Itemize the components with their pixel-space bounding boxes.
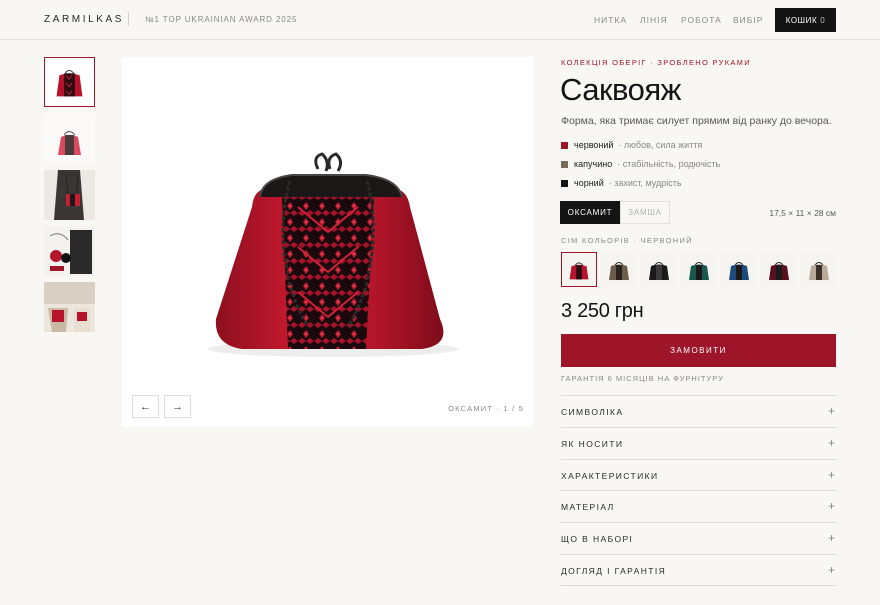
gallery-thumbnail[interactable] xyxy=(44,170,95,220)
accordion-kharakterystyky[interactable]: ХАРАКТЕРИСТИКИ + xyxy=(561,459,836,491)
color-swatch-green[interactable] xyxy=(681,252,717,287)
color-square-icon xyxy=(561,179,568,187)
guarantee-note: ГАРАНТІЯ 6 МІСЯЦІВ НА ФУРНІТУРУ xyxy=(561,374,724,383)
symbol-item: капучино · стабільність, родючість xyxy=(561,159,720,169)
order-button[interactable]: ЗАМОВИТИ xyxy=(561,334,836,367)
top-bar: ZARMILKAS №1 TOP UKRAINIAN AWARD 2025 НИ… xyxy=(0,0,880,40)
nav-item-liniia[interactable]: ЛІНІЯ xyxy=(640,15,668,25)
colors-label: СІМ КОЛЬОРІВ · ЧЕРВОНИЙ xyxy=(561,236,693,245)
color-swatch-beige[interactable] xyxy=(801,252,837,287)
accordion-symbolika[interactable]: СИМВОЛІКА + xyxy=(561,395,836,427)
brand-logo[interactable]: ZARMILKAS xyxy=(44,14,124,25)
color-swatch-burgundy[interactable] xyxy=(761,252,797,287)
award-text: №1 TOP UKRAINIAN AWARD 2025 xyxy=(145,15,298,24)
accordion-shcho-v-nabori[interactable]: ЩО В НАБОРІ + xyxy=(561,522,836,554)
symbol-item: червоний · любов, сила життя xyxy=(561,140,702,150)
color-swatch-cappuccino[interactable] xyxy=(601,252,637,287)
color-square-icon xyxy=(561,141,568,149)
accordion-dohliad[interactable]: ДОГЛЯД І ГАРАНТІЯ + xyxy=(561,554,836,586)
cart-count: 0 xyxy=(820,15,826,25)
cart-button[interactable]: КОШИК 0 xyxy=(775,8,836,32)
color-swatch-black[interactable] xyxy=(641,252,677,287)
color-swatch-red[interactable] xyxy=(561,252,597,287)
color-swatch-blue[interactable] xyxy=(721,252,757,287)
symbol-name: капучино xyxy=(574,159,613,169)
accordion-label: МАТЕРІАЛ xyxy=(561,502,615,512)
material-option-zamsha[interactable]: ЗАМША xyxy=(620,201,670,224)
prev-image-button[interactable]: ← xyxy=(132,395,159,418)
accordion-label: ЩО В НАБОРІ xyxy=(561,534,634,544)
image-caption: ОКСАМИТ · 1 / 5 xyxy=(448,404,524,413)
gallery-thumbnail[interactable] xyxy=(44,57,95,107)
symbol-item: чорний · захист, мудрість xyxy=(561,178,682,188)
arrow-left-icon: ← xyxy=(140,400,151,413)
bag-illustration xyxy=(208,152,458,357)
color-square-icon xyxy=(561,160,568,168)
plus-icon: + xyxy=(827,531,835,545)
plus-icon: + xyxy=(827,499,835,513)
symbol-name: червоний xyxy=(574,140,614,150)
cart-label: КОШИК xyxy=(785,15,818,25)
symbol-desc: · захист, мудрість xyxy=(608,178,682,188)
plus-icon: + xyxy=(827,563,835,577)
accordion-label: ЯК НОСИТИ xyxy=(561,439,624,449)
collection-eyebrow: КОЛЕКЦІЯ ОБЕРІГ · ЗРОБЛЕНО РУКАМИ xyxy=(561,58,751,67)
nav-item-robota[interactable]: РОБОТА xyxy=(681,15,722,25)
nav-item-nytka[interactable]: НИТКА xyxy=(594,15,627,25)
divider xyxy=(128,12,129,26)
product-lead: Форма, яка тримає силует прямим від ранк… xyxy=(561,115,832,127)
symbol-desc: · любов, сила життя xyxy=(618,140,703,150)
accordion-label: ХАРАКТЕРИСТИКИ xyxy=(561,471,659,481)
arrow-right-icon: → xyxy=(172,400,183,413)
accordion-material[interactable]: МАТЕРІАЛ + xyxy=(561,490,836,522)
symbol-name: чорний xyxy=(574,178,604,188)
plus-icon: + xyxy=(827,404,835,418)
gallery-thumbnail[interactable] xyxy=(44,113,95,163)
accordion-yak-nosyty[interactable]: ЯК НОСИТИ + xyxy=(561,427,836,459)
main-product-image xyxy=(122,57,533,427)
next-image-button[interactable]: → xyxy=(164,395,191,418)
material-option-oksamyt[interactable]: ОКСАМИТ xyxy=(560,201,620,224)
gallery-thumbnail[interactable] xyxy=(44,282,95,332)
accordion-label: СИМВОЛІКА xyxy=(561,407,624,417)
accordion-label: ДОГЛЯД І ГАРАНТІЯ xyxy=(561,566,667,576)
product-title: Саквояж xyxy=(560,72,681,107)
nav-item-vybir[interactable]: ВИБІР xyxy=(733,15,763,25)
product-price: 3 250 грн xyxy=(561,300,644,322)
gallery-thumbnail[interactable] xyxy=(44,226,95,276)
symbol-desc: · стабільність, родючість xyxy=(617,159,721,169)
dimensions: 17,5 × 11 × 28 см xyxy=(769,208,836,218)
plus-icon: + xyxy=(827,436,835,450)
plus-icon: + xyxy=(827,468,835,482)
